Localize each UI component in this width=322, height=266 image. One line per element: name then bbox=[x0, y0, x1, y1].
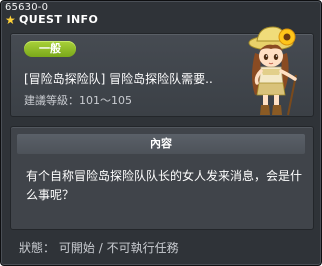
star-icon: ★ bbox=[5, 13, 16, 27]
window-title: QUEST INFO bbox=[19, 13, 99, 26]
npc-explorer-girl-sunflower-hat-icon bbox=[248, 26, 297, 116]
content-text: 有个自称冒险岛探险队队长的女人发来消息，会是什么事呢？ bbox=[26, 169, 303, 202]
status-condition: 不可執行任務 bbox=[106, 241, 179, 255]
quest-info-window: 65630-0 ★ QUEST INFO 一般 [冒险岛探险队] 冒险岛探险队需… bbox=[0, 0, 322, 266]
recommended-level: 建議等級：101～105 bbox=[24, 92, 132, 108]
quest-title: [冒险岛探险队] 冒险岛探险队需要.. bbox=[24, 72, 213, 86]
content-header: 內容 bbox=[17, 134, 305, 154]
recommended-level-label: 建議等級： bbox=[24, 94, 79, 107]
quest-status: 狀態： 可開始 / 不可執行任務 bbox=[19, 239, 179, 256]
status-label: 狀態： bbox=[19, 241, 56, 255]
status-separator: / bbox=[98, 241, 103, 255]
quest-content-panel: 內容 有个自称冒险岛探险队队长的女人发来消息，会是什么事呢？ bbox=[10, 126, 314, 230]
recommended-level-range: 101～105 bbox=[79, 94, 132, 107]
status-value: 可開始 bbox=[58, 241, 95, 255]
quest-type-badge: 一般 bbox=[24, 41, 76, 57]
